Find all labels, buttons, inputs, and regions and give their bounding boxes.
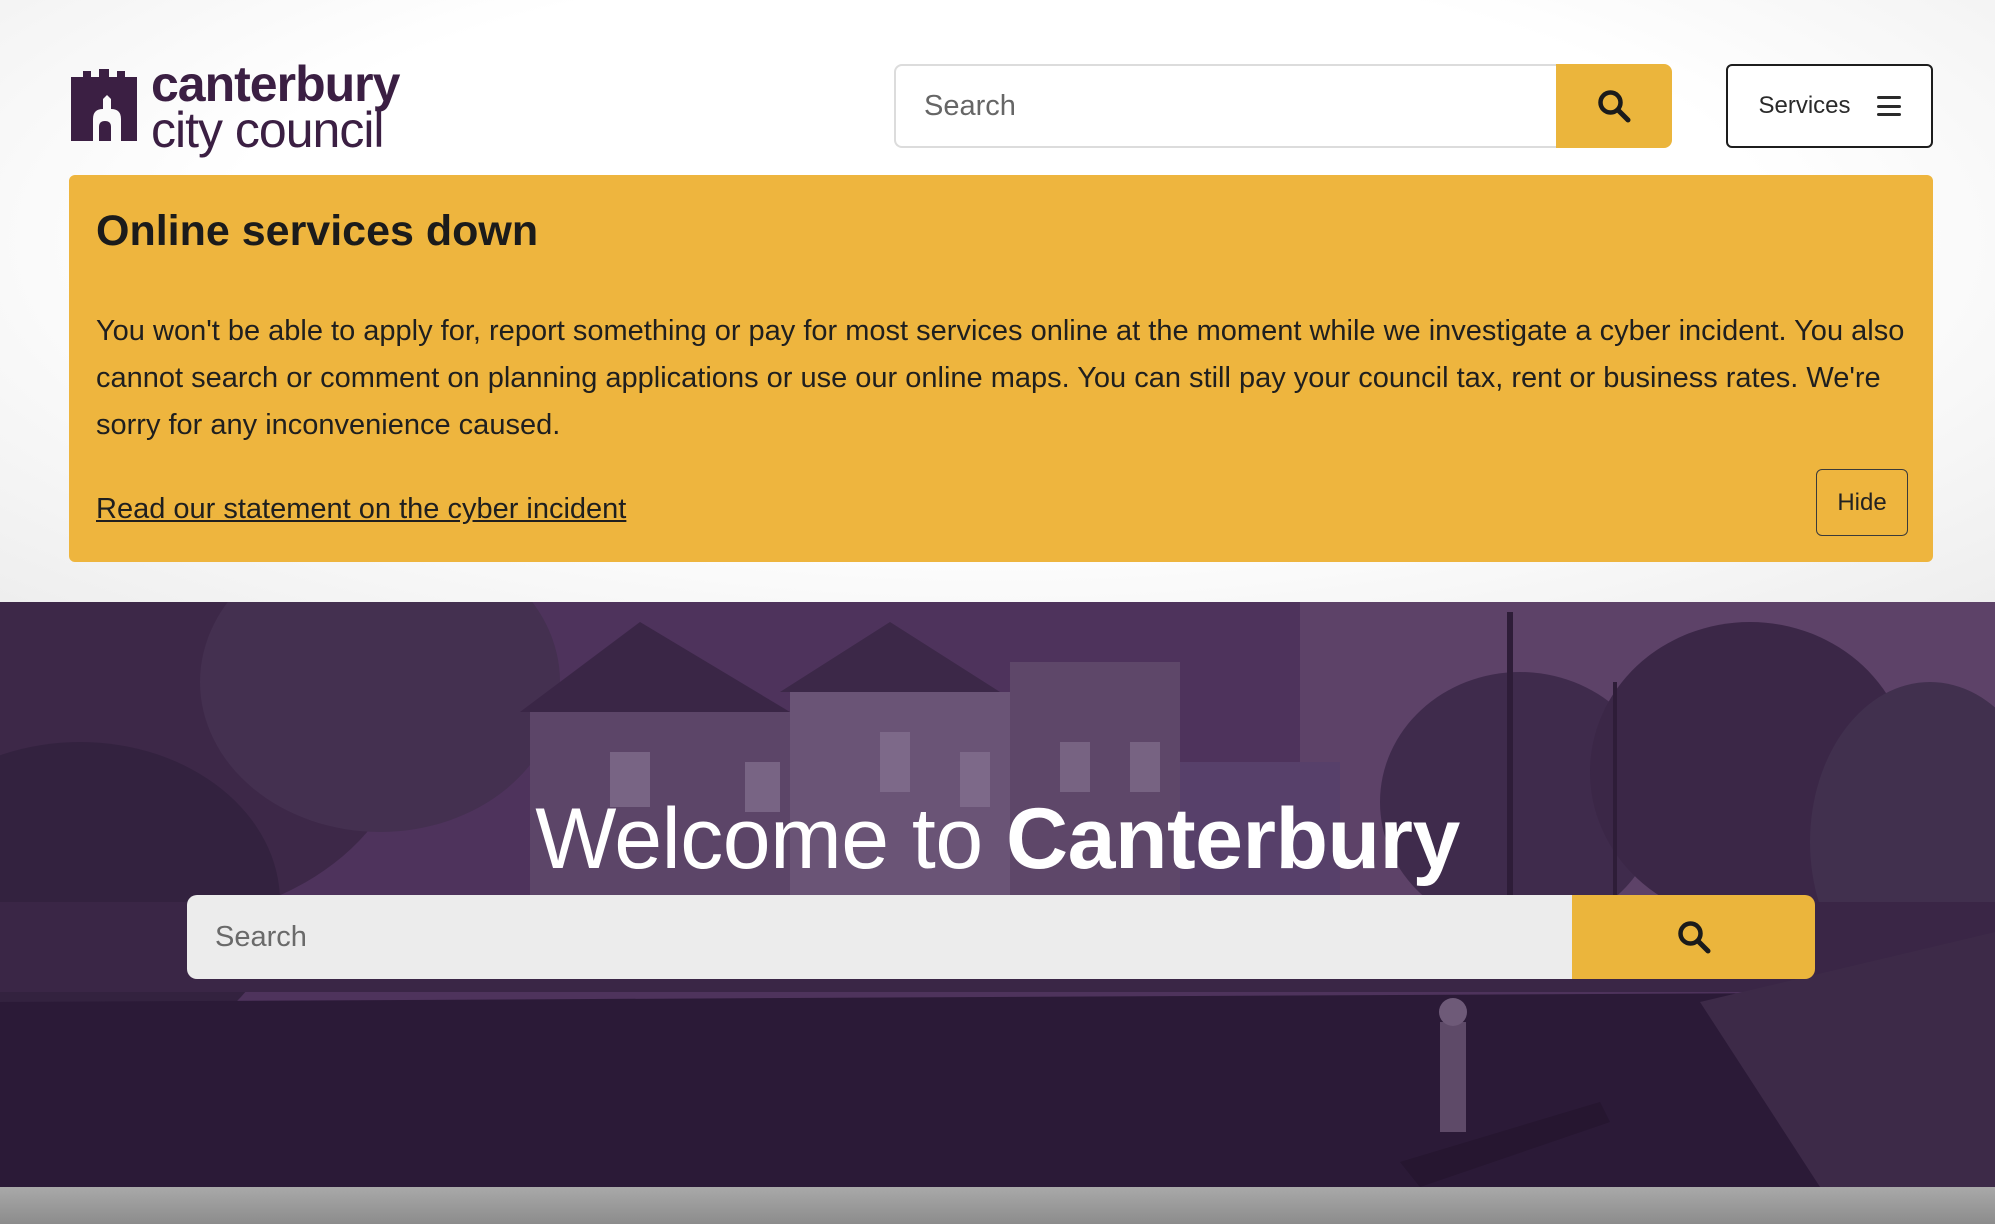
hide-alert-button[interactable]: Hide [1816, 469, 1908, 536]
header-search-input[interactable] [894, 64, 1556, 148]
hero-title: Welcome to Canterbury [0, 790, 1995, 889]
search-icon [1677, 921, 1710, 954]
hero-search-input[interactable] [187, 895, 1572, 979]
alert-body: You won't be able to apply for, report s… [96, 315, 1905, 441]
page-bottom-edge [0, 1187, 1995, 1224]
header-search [894, 64, 1672, 148]
search-icon [1598, 90, 1631, 123]
logo-text-canterbury: canterbury [151, 56, 400, 112]
council-logo[interactable]: canterbury city council [69, 56, 400, 158]
hero-banner: Welcome to Canterbury [0, 602, 1995, 1187]
header-search-button[interactable] [1556, 64, 1672, 148]
menu-icon [1876, 96, 1901, 116]
service-alert-banner: Online services down You won't be able t… [69, 175, 1933, 562]
hero-search-button[interactable] [1572, 895, 1815, 979]
header-area: canterbury city council Services Online … [0, 0, 1995, 602]
hero-search [187, 895, 1815, 979]
services-menu-button[interactable]: Services [1726, 64, 1933, 148]
cathedral-logo-icon [71, 69, 137, 141]
cyber-incident-statement-link[interactable]: Read our statement on the cyber incident [96, 493, 626, 526]
services-label: Services [1758, 92, 1851, 119]
alert-title: Online services down [96, 207, 539, 255]
hero-title-emphasis: Canterbury [1006, 791, 1460, 887]
logo-text-city-council: city council [151, 102, 385, 158]
hero-title-prefix: Welcome to [535, 791, 1007, 887]
